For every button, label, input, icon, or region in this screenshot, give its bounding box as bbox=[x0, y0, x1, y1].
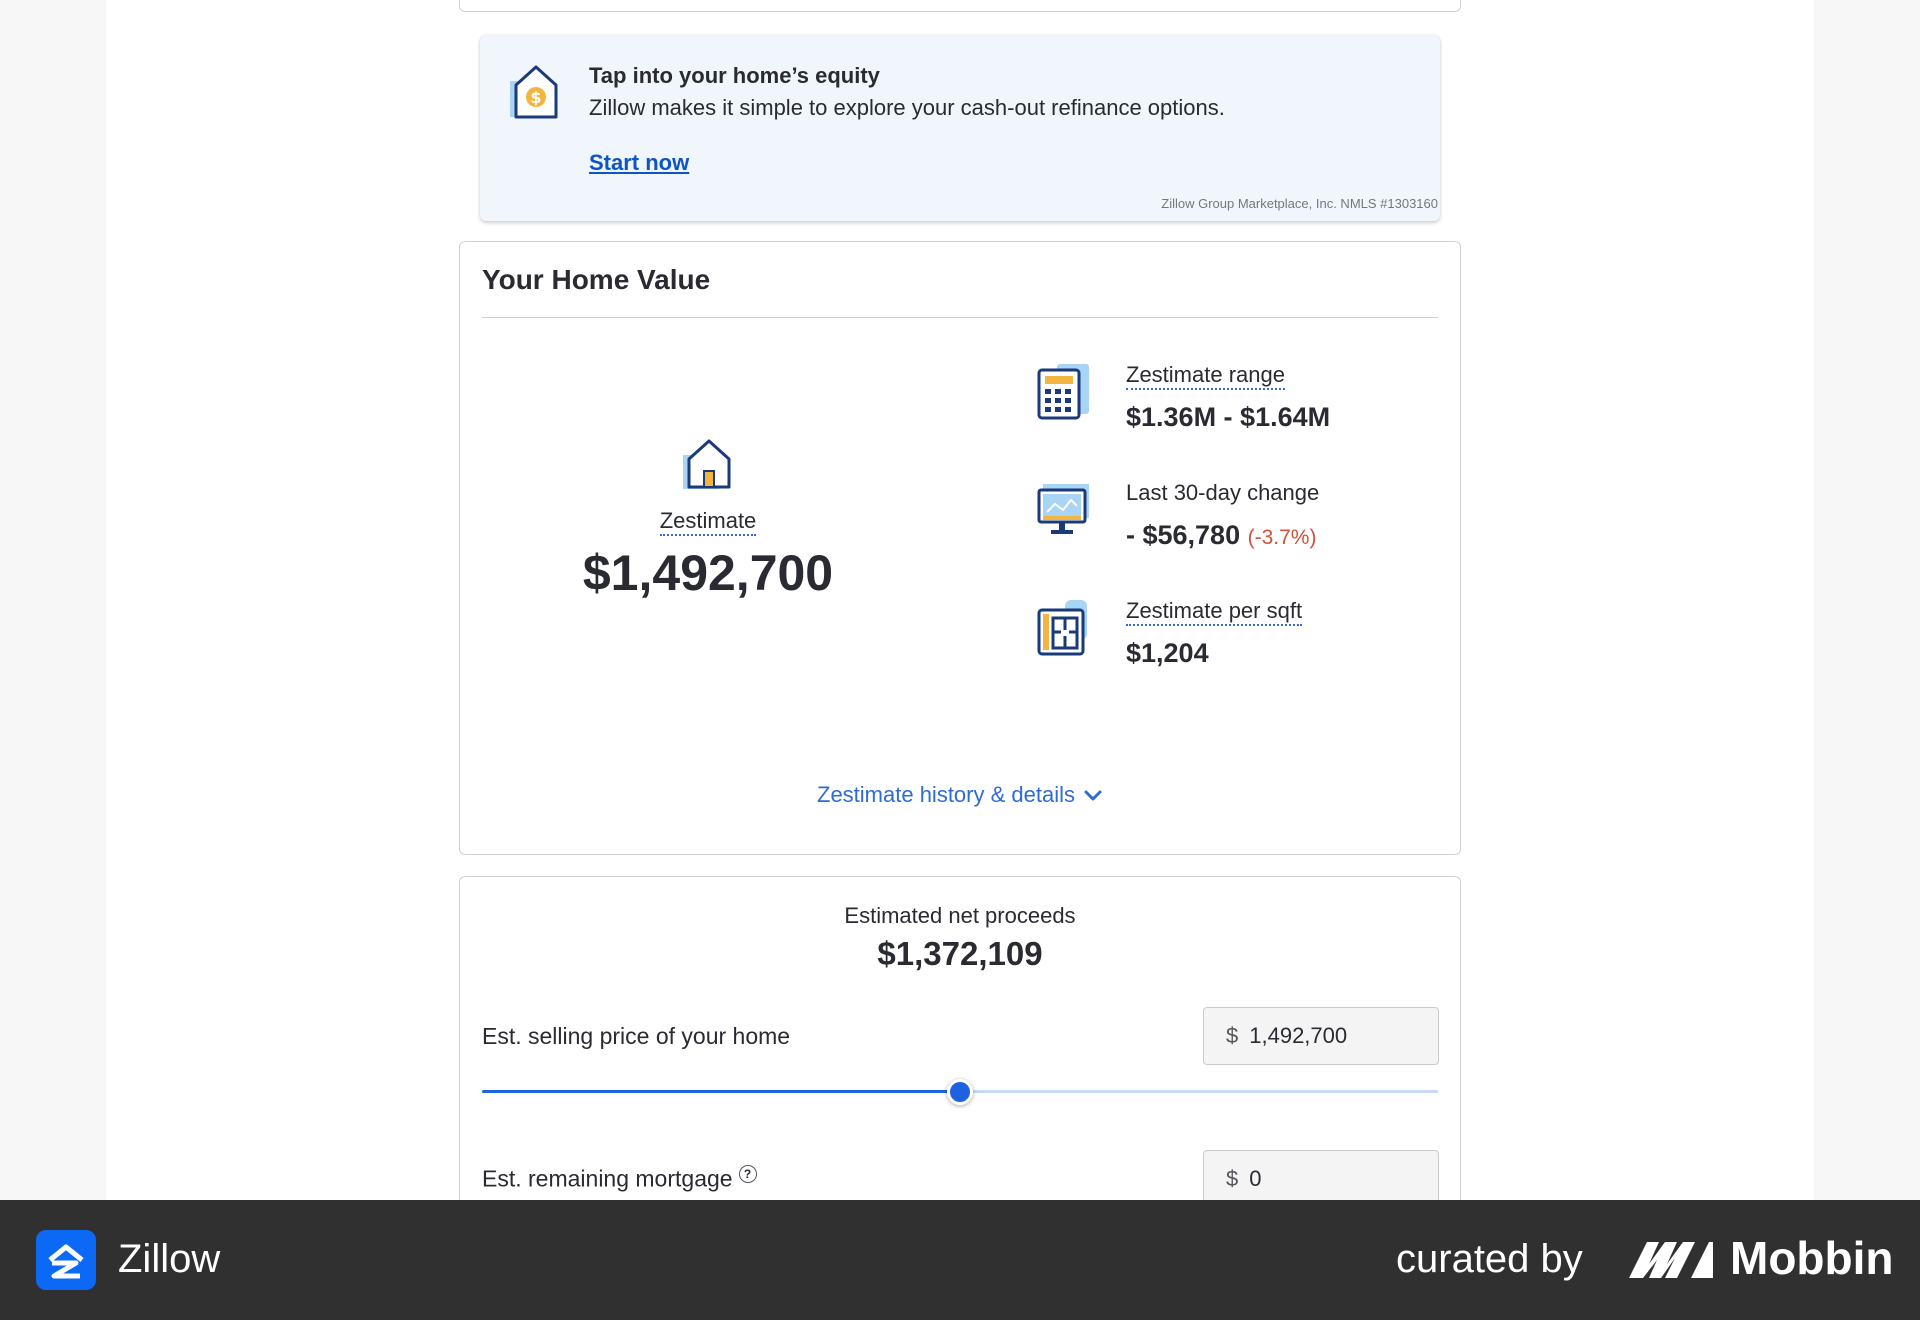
promo-description: Zillow makes it simple to explore your c… bbox=[589, 95, 1225, 120]
calculator-icon bbox=[1037, 364, 1089, 420]
selling-price-value: 1,492,700 bbox=[1249, 1023, 1348, 1048]
net-proceeds-label: Estimated net proceeds bbox=[844, 903, 1076, 928]
zestimate-value: $1,492,700 bbox=[582, 545, 834, 601]
net-proceeds-value: $1,372,109 bbox=[877, 935, 1043, 972]
selling-price-label: Est. selling price of your home bbox=[482, 1023, 791, 1049]
zestimate-history-toggle[interactable]: Zestimate history & details bbox=[460, 782, 1460, 808]
promo-legal-text: Zillow Group Marketplace, Inc. NMLS #130… bbox=[1161, 196, 1438, 211]
divider bbox=[482, 317, 1438, 318]
change-percent: (-3.7%) bbox=[1247, 526, 1317, 549]
floorplan-icon bbox=[1037, 600, 1087, 656]
currency-symbol: $ bbox=[1226, 1023, 1239, 1048]
footer-bar: Zillow curated by Mobbin bbox=[0, 1200, 1920, 1320]
remaining-mortgage-text: Est. remaining mortgage bbox=[482, 1165, 733, 1192]
svg-text:$: $ bbox=[530, 88, 541, 107]
change-amount: - $56,780 bbox=[1126, 520, 1241, 550]
slider-fill bbox=[482, 1090, 960, 1093]
house-icon bbox=[683, 439, 731, 489]
app-name: Zillow bbox=[118, 1237, 221, 1281]
zestimate-history-label: Zestimate history & details bbox=[817, 782, 1075, 807]
mobbin-logo-icon bbox=[1629, 1242, 1713, 1278]
zestimate-per-sqft-stat: Zestimate per sqft $1,204 bbox=[1035, 598, 1435, 678]
help-icon[interactable]: ? bbox=[738, 1165, 757, 1183]
currency-symbol: $ bbox=[1226, 1166, 1239, 1191]
home-value-title: Your Home Value bbox=[482, 264, 711, 295]
zestimate-range-value: $1.36M - $1.64M bbox=[1126, 402, 1331, 432]
start-now-link[interactable]: Start now bbox=[589, 150, 689, 176]
net-proceeds-card: Estimated net proceeds $1,372,109 Est. s… bbox=[459, 876, 1461, 1216]
equity-promo-banner: $ Tap into your home’s equity Zillow mak… bbox=[480, 35, 1440, 221]
zestimate-range-label[interactable]: Zestimate range bbox=[1126, 362, 1285, 390]
selling-price-slider[interactable] bbox=[482, 1079, 1438, 1105]
slider-thumb[interactable] bbox=[947, 1079, 973, 1105]
mobbin-brand: Mobbin bbox=[1730, 1232, 1894, 1284]
house-dollar-icon: $ bbox=[510, 65, 558, 119]
home-value-card: Your Home Value Zestimate $1,492,700 Zes… bbox=[459, 241, 1461, 855]
previous-card bbox=[459, 0, 1461, 12]
zestimate-per-sqft-value: $1,204 bbox=[1126, 638, 1209, 668]
remaining-mortgage-label: Est. remaining mortgage? bbox=[482, 1165, 757, 1193]
last-30-day-change-label: Last 30-day change bbox=[1126, 480, 1320, 505]
last-30-day-change-stat: Last 30-day change - $56,780 (-3.7%) bbox=[1035, 480, 1435, 560]
curated-by-text: curated by bbox=[1396, 1237, 1583, 1281]
zestimate-per-sqft-label[interactable]: Zestimate per sqft bbox=[1126, 598, 1303, 626]
zestimate-range-stat: Zestimate range $1.36M - $1.64M bbox=[1035, 362, 1435, 442]
zillow-logo-icon bbox=[36, 1230, 96, 1290]
selling-price-input[interactable]: $ 1,492,700 bbox=[1203, 1007, 1439, 1065]
chevron-down-icon bbox=[1084, 790, 1102, 801]
remaining-mortgage-value: 0 bbox=[1249, 1166, 1262, 1191]
zestimate-label[interactable]: Zestimate bbox=[460, 508, 956, 536]
monitor-chart-icon bbox=[1037, 484, 1089, 534]
promo-title: Tap into your home’s equity bbox=[589, 63, 880, 88]
last-30-day-change-value: - $56,780 (-3.7%) bbox=[1126, 520, 1316, 551]
